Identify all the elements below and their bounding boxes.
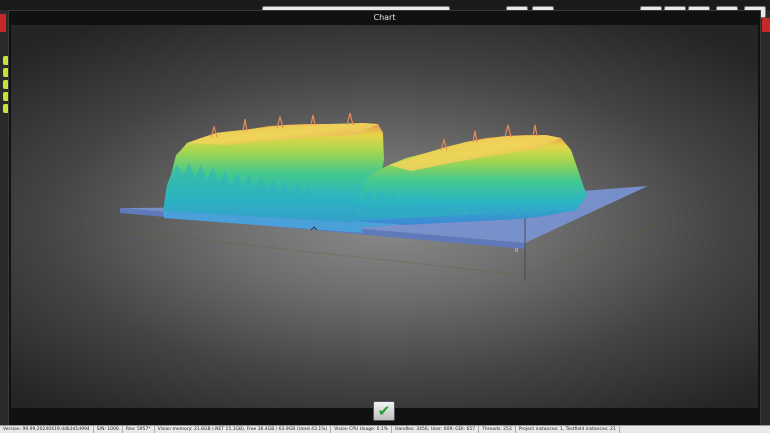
confirm-button[interactable]: ✔ <box>373 401 395 421</box>
status-instances: Project instances: 1, Testfield instance… <box>516 426 620 433</box>
background-indicator <box>0 14 6 32</box>
background-indicator <box>762 18 770 32</box>
dialog-title: Chart <box>373 13 396 22</box>
axis-tick-label: 0 <box>515 248 518 254</box>
status-serial: S/N: 1006 <box>94 426 123 433</box>
surface-block-left <box>163 112 384 233</box>
status-memory: Vision memory: 21.6GB (.NET 15.1GB), Fre… <box>155 426 332 433</box>
surface-block-right <box>351 124 587 228</box>
surface-chart[interactable]: 0 <box>11 25 758 408</box>
status-handles: Handles: 3456; User: 609; GDI: 657 <box>392 426 480 433</box>
check-icon: ✔ <box>377 401 391 420</box>
chart-dialog: Chart 0 ✔ <box>8 10 761 427</box>
status-threads: Threads: 253 <box>479 426 516 433</box>
status-cpu: Vision CPU Usage: 0.1% <box>331 426 393 433</box>
surface-plot-svg: 0 <box>116 112 657 281</box>
status-bar: Version: 99.99.20240419.ddb3d1d994 S/N: … <box>0 425 770 433</box>
status-version: Version: 99.99.20240419.ddb3d1d994 <box>0 426 94 433</box>
status-revision: Rev: 5957* <box>123 426 155 433</box>
